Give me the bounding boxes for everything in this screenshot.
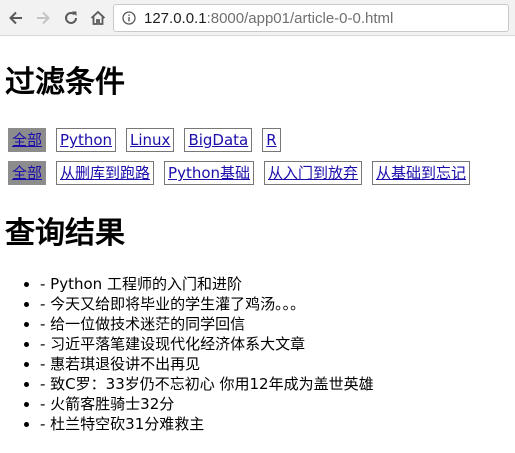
back-arrow-icon [9,11,22,25]
category-filter-all[interactable]: 全部 [8,128,47,152]
home-button[interactable] [86,6,110,30]
list-item: - 今天又给即将毕业的学生灌了鸡汤。。。 [40,294,374,314]
list-item: - 惠若琪退役讲不出再见 [40,354,374,374]
category-filter-linux[interactable]: Linux [126,128,175,152]
back-button[interactable] [4,6,28,30]
reload-icon [65,11,77,24]
list-item: - Python 工程师的入门和进阶 [40,274,374,294]
forward-arrow-icon [37,11,50,25]
page-content: 过滤条件 全部 Python Linux BigData R 全部 从删库到跑路… [0,36,515,453]
tag-filter-basics-to-forget[interactable]: 从基础到忘记 [372,161,471,185]
results-list: - Python 工程师的入门和进阶 - 今天又给即将毕业的学生灌了鸡汤。。。 … [0,274,374,434]
list-item: - 习近平落笔建设现代化经济体系大文章 [40,334,374,354]
list-item: - 火箭客胜骑士32分 [40,394,374,414]
url-host: 127.0.0.1 [144,9,207,27]
tag-filter-python-basics[interactable]: Python基础 [164,161,255,185]
category-filter-python[interactable]: Python [56,128,117,152]
info-icon[interactable] [122,11,136,25]
tag-filter-beginner-to-giveup[interactable]: 从入门到放弃 [264,161,363,185]
filter-heading: 过滤条件 [5,65,125,100]
address-bar[interactable]: 127.0.0.1:8000/app01/article-0-0.html [113,4,509,32]
list-item: - 杜兰特空砍31分难救主 [40,414,374,434]
results-heading: 查询结果 [5,216,125,251]
url-path: :8000/app01/article-0-0.html [206,9,394,27]
browser-toolbar: 127.0.0.1:8000/app01/article-0-0.html [0,0,515,36]
category-filter-r[interactable]: R [262,128,281,152]
list-item: - 给一位做技术迷茫的同学回信 [40,314,374,334]
tag-filter-delete-db[interactable]: 从删库到跑路 [56,161,155,185]
category-filter-bigdata[interactable]: BigData [184,128,253,152]
list-item: - 致C罗：33岁仍不忘初心 你用12年成为盖世英雄 [40,374,374,394]
reload-button[interactable] [59,6,83,30]
home-icon [90,10,106,25]
tag-filter-all[interactable]: 全部 [8,161,47,185]
tag-filter-row: 全部 从删库到跑路 Python基础 从入门到放弃 从基础到忘记 [8,161,480,185]
forward-button[interactable] [31,6,55,30]
category-filter-row: 全部 Python Linux BigData R [8,128,291,152]
